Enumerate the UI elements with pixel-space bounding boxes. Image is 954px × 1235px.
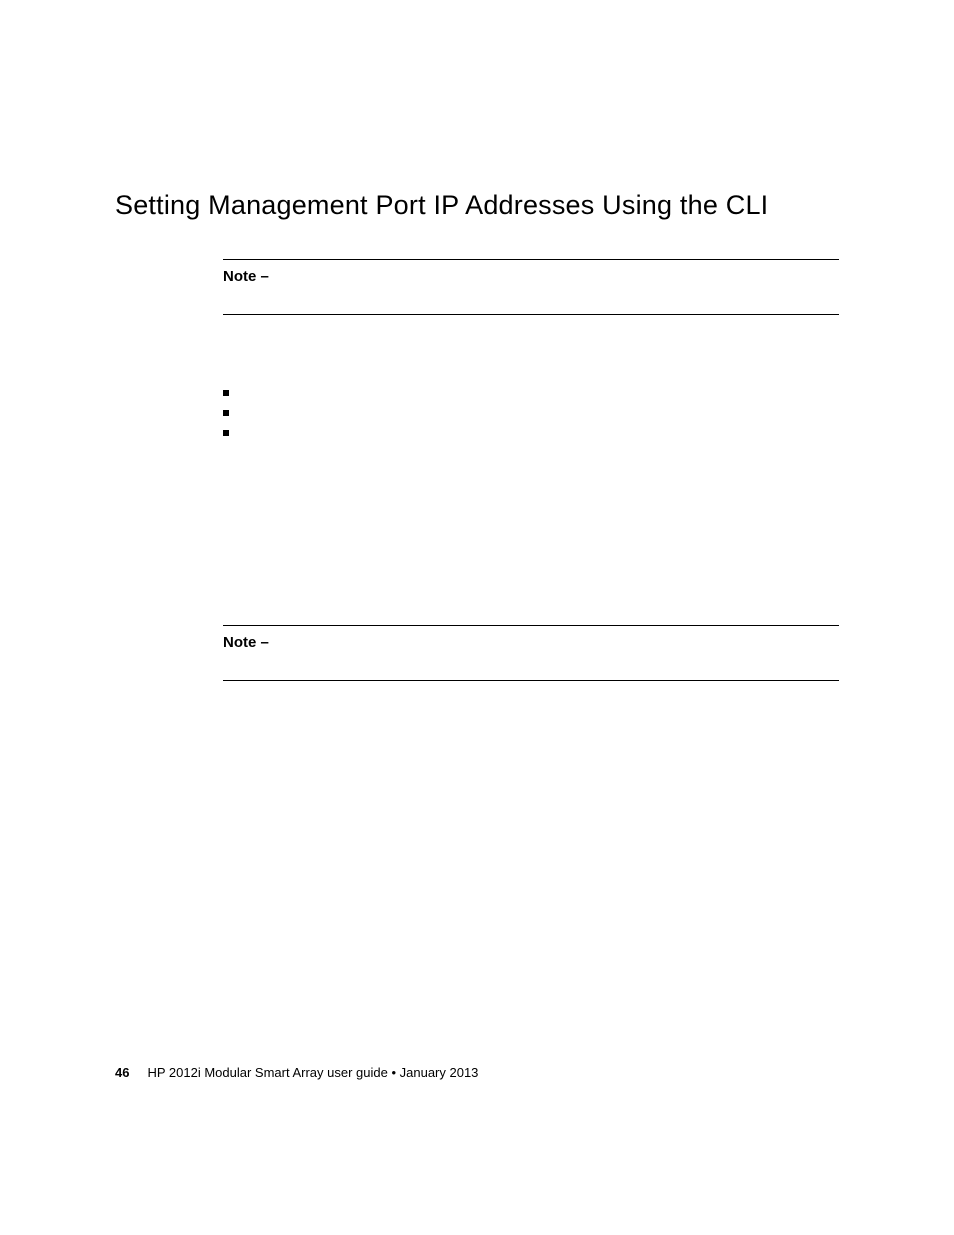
note-block-2: Note – — [223, 625, 839, 681]
list-item — [223, 405, 839, 425]
list-item — [223, 425, 839, 445]
page-number: 46 — [115, 1065, 129, 1080]
list-item — [223, 385, 839, 405]
page-footer: 46 HP 2012i Modular Smart Array user gui… — [115, 1065, 478, 1080]
bullet-list — [223, 385, 839, 445]
section-heading: Setting Management Port IP Addresses Usi… — [115, 190, 839, 221]
note-label-2: Note – — [223, 634, 269, 651]
footer-text: HP 2012i Modular Smart Array user guide … — [147, 1065, 478, 1080]
note-label-1: Note – — [223, 268, 269, 285]
page-content: Setting Management Port IP Addresses Usi… — [0, 0, 954, 681]
note-block-1: Note – — [223, 259, 839, 315]
